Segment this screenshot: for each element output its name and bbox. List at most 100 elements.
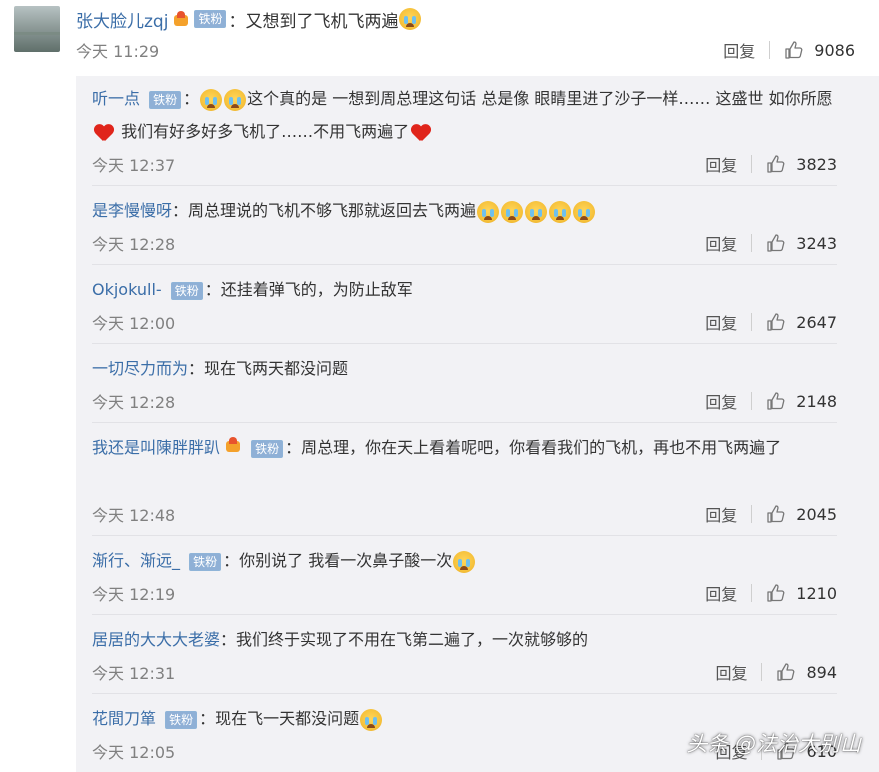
thumbs-up-icon[interactable] <box>766 154 786 174</box>
reply-body: 现在飞一天都没问题 <box>215 709 360 728</box>
vip-crown-icon <box>172 11 190 27</box>
crying-emoji-icon <box>501 200 524 223</box>
colon: ： <box>228 11 246 32</box>
thumbs-up-icon[interactable] <box>784 40 804 60</box>
reply-actions: 回复 3823 <box>705 152 837 176</box>
like-count: 2148 <box>796 391 837 411</box>
thumbs-up-icon[interactable] <box>766 583 786 603</box>
username-link[interactable]: 听一点 <box>92 89 140 108</box>
colon: ： <box>223 551 240 570</box>
reply-text: 渐行、渐远_ 铁粉 ：你别说了 我看一次鼻子酸一次 <box>92 544 837 577</box>
main-comment: 张大脸儿zqj 铁粉 ： 又想到了飞机飞两遍 今天 11:29 回复 9086 <box>0 0 879 76</box>
reply-button[interactable]: 回复 <box>705 389 737 413</box>
like-count: 894 <box>806 662 837 682</box>
divider <box>751 505 753 523</box>
crying-emoji-icon <box>525 200 548 223</box>
reply-body: 现在飞两天都没问题 <box>204 359 349 378</box>
colon: ： <box>183 89 200 108</box>
fan-badge: 铁粉 <box>170 282 203 300</box>
crying-emoji-icon <box>360 708 383 731</box>
reply-text: 听一点 铁粉： 这个真的是 一想到周总理这句话 总是像 眼睛里进了沙子一样…… 这… <box>92 82 837 148</box>
list-item: 居居的大大大老婆：我们终于实现了不用在飞第二遍了，一次就够够的 <box>92 623 837 656</box>
comment-time: 今天 11:29 <box>76 42 160 61</box>
reply-button[interactable]: 回复 <box>723 38 755 62</box>
thumbs-up-icon[interactable] <box>766 391 786 411</box>
list-item: 一切尽力而为：现在飞两天都没问题 <box>92 352 837 385</box>
fan-badge: 铁粉 <box>251 440 284 458</box>
like-count: 1210 <box>796 583 837 603</box>
reply-body: 还挂着弹飞的，为防止敌军 <box>220 280 413 299</box>
avatar[interactable] <box>14 6 60 52</box>
reply-time: 今天 12:37 <box>92 156 176 175</box>
reply-time: 今天 12:05 <box>92 743 176 762</box>
row-divider <box>92 343 837 344</box>
reply-time-row: 今天 12:19 <box>92 581 175 605</box>
crying-emoji-icon <box>224 88 247 111</box>
crying-emoji-icon <box>573 200 596 223</box>
username-link[interactable]: 我还是叫陳胖胖趴 <box>92 438 220 457</box>
list-item: Okjokull- 铁粉 ：还挂着弹飞的，为防止敌军 <box>92 273 837 306</box>
reply-button[interactable]: 回复 <box>705 310 737 334</box>
comment-actions: 回复 9086 <box>723 38 855 62</box>
username-link[interactable]: 花間刀箪 <box>92 709 156 728</box>
reply-text: Okjokull- 铁粉 ：还挂着弹飞的，为防止敌军 <box>92 273 837 306</box>
thumbs-up-icon[interactable] <box>766 233 786 253</box>
row-divider <box>92 185 837 186</box>
fan-badge: 铁粉 <box>165 711 198 729</box>
colon: ： <box>220 630 237 649</box>
reply-actions: 回复 3243 <box>705 231 837 255</box>
thumbs-up-icon[interactable] <box>766 312 786 332</box>
list-item: 是李慢慢呀：周总理说的飞机不够飞那就返回去飞两遍 <box>92 194 837 227</box>
crying-emoji-icon <box>453 550 476 573</box>
row-divider <box>92 422 837 423</box>
username-link[interactable]: 是李慢慢呀 <box>92 201 172 220</box>
reply-button[interactable]: 回复 <box>705 231 737 255</box>
divider <box>769 41 771 59</box>
reply-time-row: 今天 12:00 <box>92 310 175 334</box>
reply-actions: 回复 2647 <box>705 310 837 334</box>
divider <box>751 234 753 252</box>
colon: ： <box>285 438 302 457</box>
thumbs-up-icon[interactable] <box>776 662 796 682</box>
reply-body: 这个真的是 一想到周总理这句话 总是像 眼睛里进了沙子一样…… 这盛世 如你所愿 <box>247 89 833 108</box>
like-count: 2647 <box>796 312 837 332</box>
like-count: 3243 <box>796 233 837 253</box>
reply-body: 我们终于实现了不用在飞第二遍了，一次就够够的 <box>236 630 589 649</box>
crying-emoji-icon <box>200 88 223 111</box>
row-divider <box>92 614 837 615</box>
colon: ： <box>172 201 189 220</box>
row-divider <box>92 535 837 536</box>
reply-time-row: 今天 12:31 <box>92 660 175 684</box>
username-link[interactable]: Okjokull- <box>92 280 162 299</box>
row-divider <box>92 264 837 265</box>
divider <box>751 392 753 410</box>
list-item: 听一点 铁粉： 这个真的是 一想到周总理这句话 总是像 眼睛里进了沙子一样…… 这… <box>92 82 837 148</box>
reply-text: 一切尽力而为：现在飞两天都没问题 <box>92 352 837 385</box>
reply-body: 你别说了 我看一次鼻子酸一次 <box>239 551 453 570</box>
divider <box>751 584 753 602</box>
crying-emoji-icon <box>399 8 422 30</box>
username-link[interactable]: 渐行、渐远_ <box>92 551 180 570</box>
colon: ： <box>199 709 216 728</box>
reply-time: 今天 12:48 <box>92 506 176 525</box>
reply-time: 今天 12:31 <box>92 664 176 683</box>
reply-button[interactable]: 回复 <box>715 660 747 684</box>
reply-time-row: 今天 12:05 <box>92 739 175 763</box>
divider <box>761 663 763 681</box>
comment-time-row: 今天 11:29 <box>76 38 159 62</box>
thumbs-up-icon[interactable] <box>766 504 786 524</box>
reply-time: 今天 12:28 <box>92 393 176 412</box>
like-count: 9086 <box>814 40 855 60</box>
list-item: 我还是叫陳胖胖趴 铁粉 ：周总理，你在天上看着呢吧，你看看我们的飞机，再也不用飞两… <box>92 431 837 464</box>
crying-emoji-icon <box>477 200 500 223</box>
reply-time-row: 今天 12:37 <box>92 152 175 176</box>
username-link[interactable]: 张大脸儿zqj <box>76 7 168 32</box>
colon: ： <box>188 359 205 378</box>
username-link[interactable]: 居居的大大大老婆 <box>92 630 220 649</box>
reply-button[interactable]: 回复 <box>705 581 737 605</box>
reply-body: 周总理，你在天上看着呢吧，你看看我们的飞机，再也不用飞两遍了 <box>301 438 782 457</box>
reply-time-row: 今天 12:48 <box>92 502 175 526</box>
reply-button[interactable]: 回复 <box>705 152 737 176</box>
username-link[interactable]: 一切尽力而为 <box>92 359 188 378</box>
reply-button[interactable]: 回复 <box>705 502 737 526</box>
